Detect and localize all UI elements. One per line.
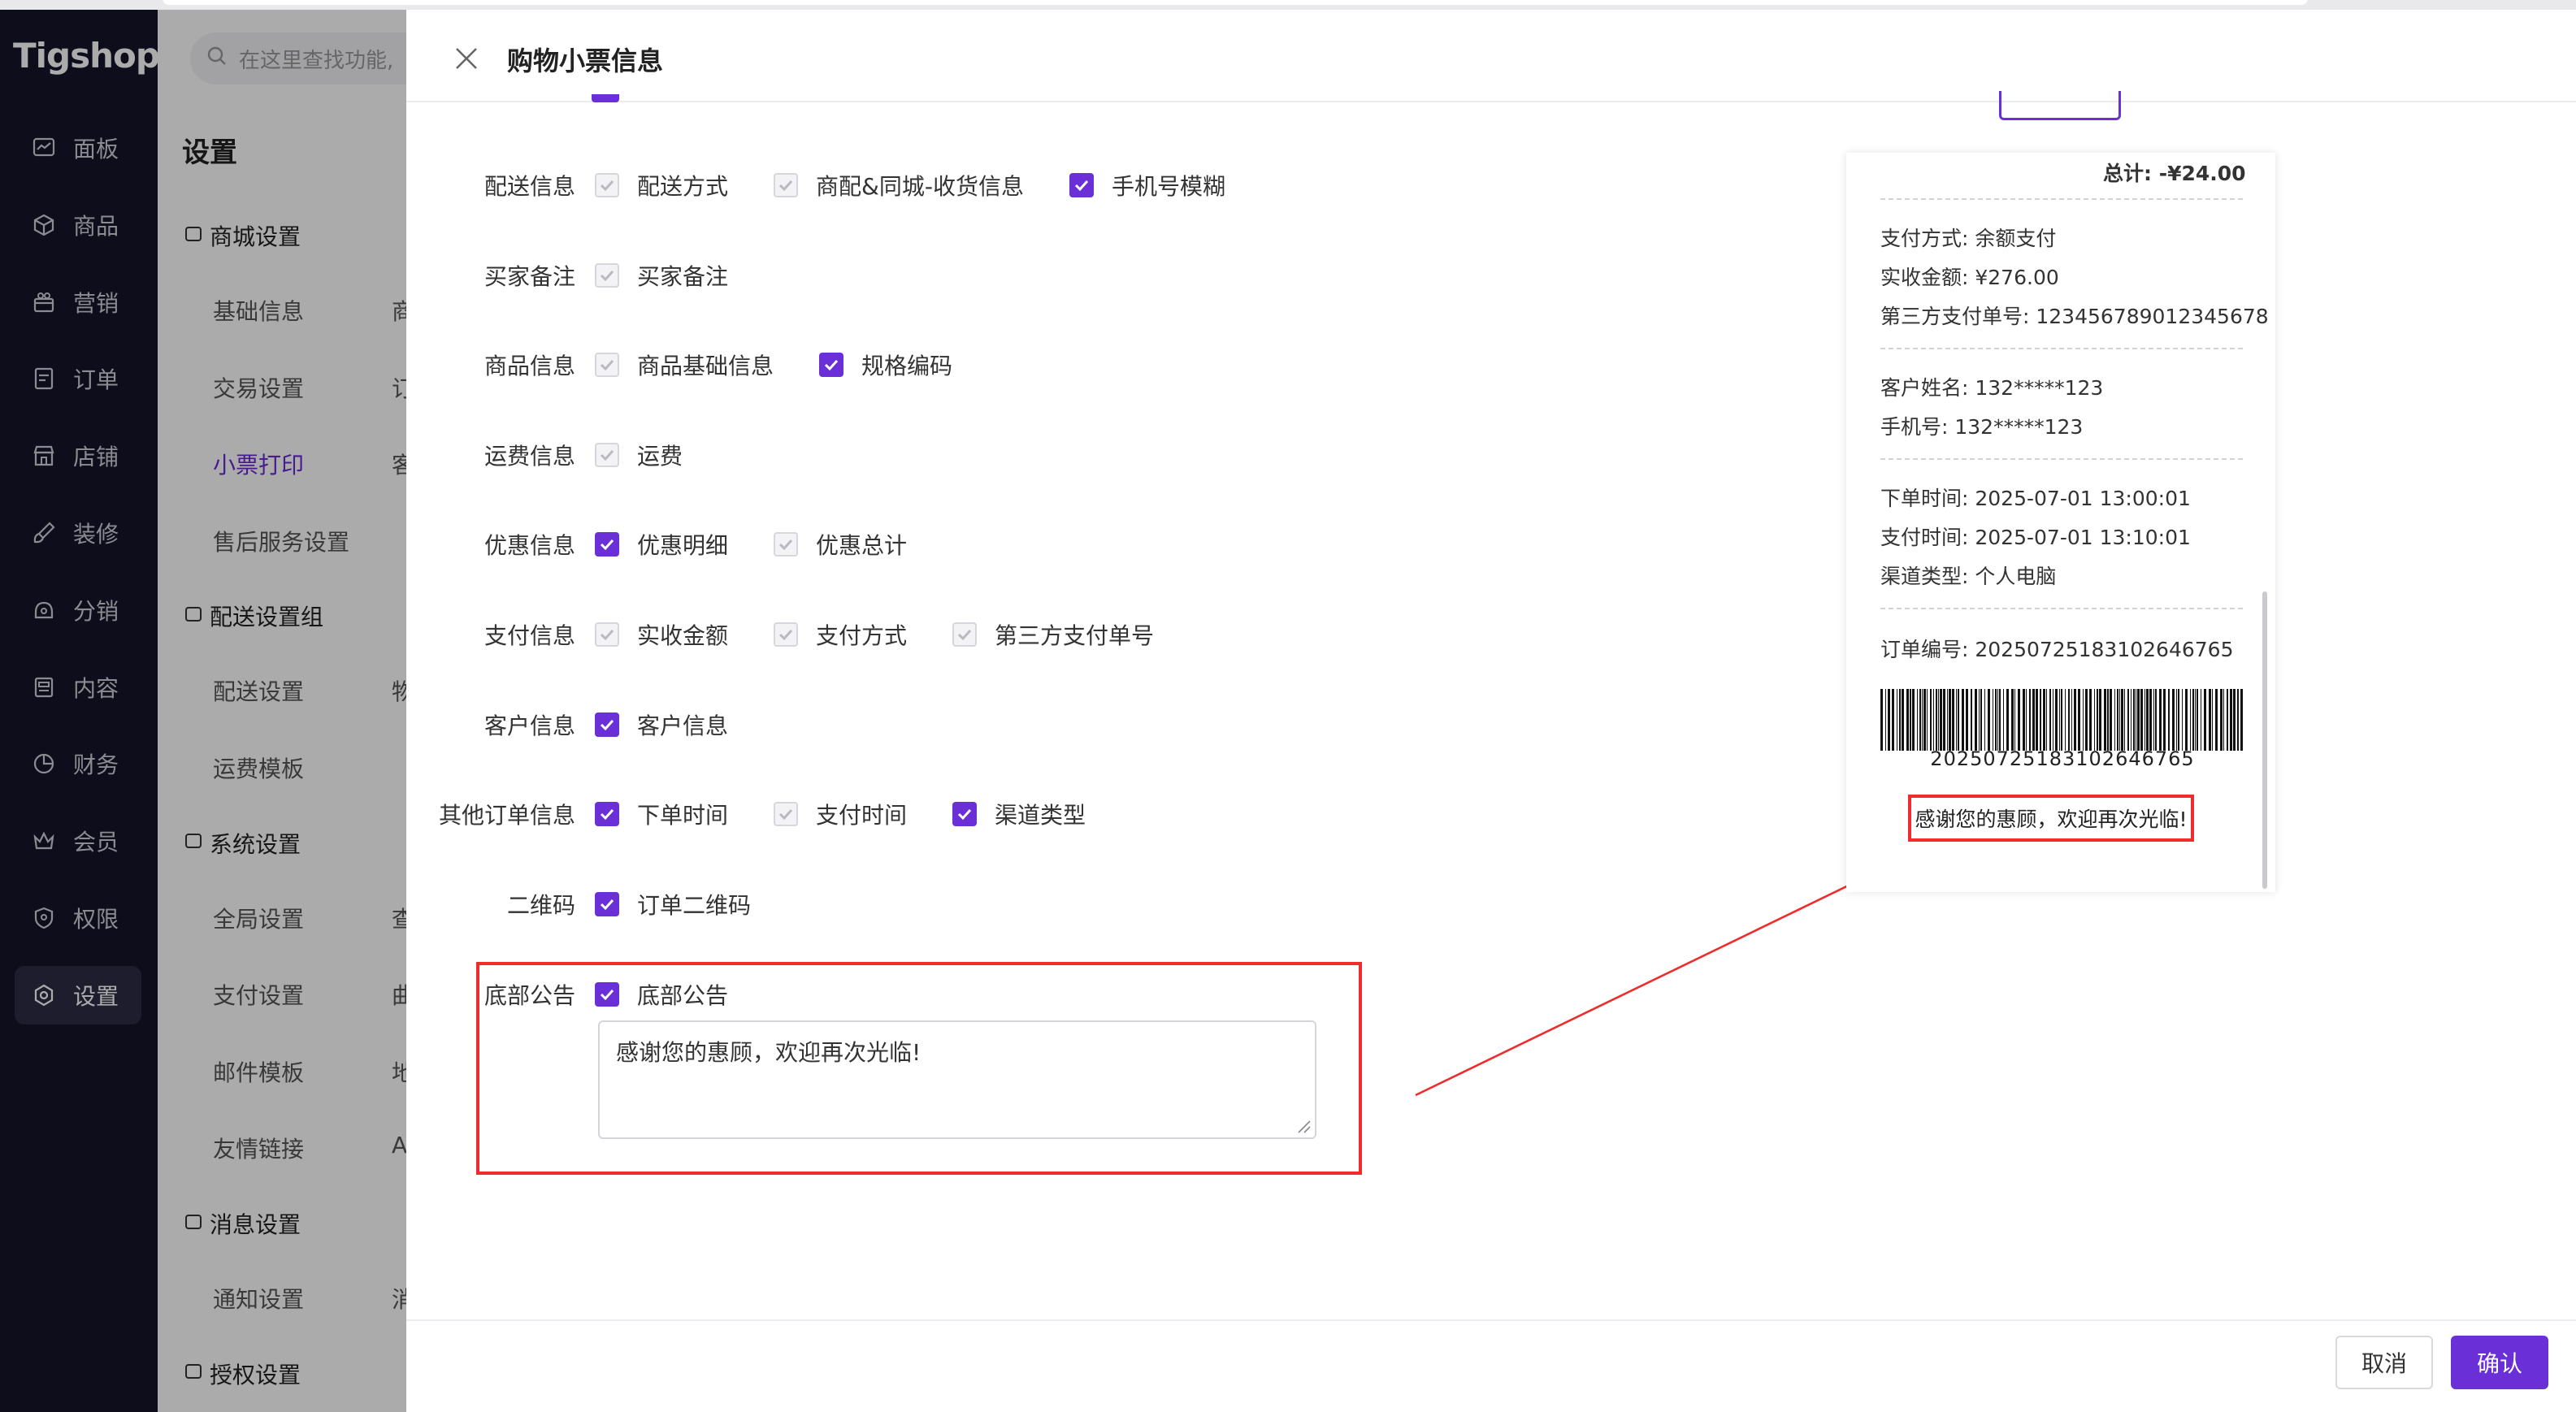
receipt-phone: 手机号: 132*****123 [1880,415,2084,439]
option-checkbox[interactable]: 下单时间 [595,798,728,830]
option-checkbox-label: 订单二维码 [637,891,752,919]
option-checkbox[interactable]: 手机号模糊 [1069,169,1225,201]
option-checkbox-label: 渠道类型 [995,802,1086,829]
option-row-label: 支付信息 [484,622,575,649]
checkbox-checked-icon [595,982,619,1007]
footer-notice-checkbox[interactable]: 底部公告 [595,978,728,1011]
receipt-total: 总计: -¥24.00 [2103,162,2246,185]
option-row-label: 买家备注 [484,262,575,290]
option-checkbox-label: 商品基础信息 [637,353,774,380]
preview-button[interactable] [1999,91,2121,120]
drawer-footer [406,1319,2576,1412]
checkbox-disabled-icon [595,622,619,647]
footer-notice-checkbox-label: 底部公告 [637,982,729,1009]
option-checkbox: 买家备注 [595,259,728,292]
option-checkbox-label: 第三方支付单号 [995,622,1155,649]
option-row-label: 优惠信息 [484,532,575,560]
footer-notice-label: 底部公告 [484,982,575,1009]
annotation-arrow [1415,861,1898,1097]
option-checkbox-label: 手机号模糊 [1112,173,1226,200]
option-checkbox[interactable]: 客户信息 [595,708,728,741]
option-row-label: 运费信息 [484,442,575,470]
close-icon[interactable] [450,42,483,75]
barcode-number: 20250725183102646765 [1930,747,2195,770]
checkbox-checked-icon [595,532,619,557]
checkbox-disabled-icon [595,262,619,288]
receipt-divider [1880,348,2243,349]
checkbox-disabled-icon [774,532,798,557]
receipt-thanks: 感谢您的惠顾，欢迎再次光临! [1915,808,2188,831]
option-checkbox: 商配&同城-收货信息 [774,169,1024,201]
checkbox-disabled-icon [595,442,619,467]
receipt-channel: 渠道类型: 个人电脑 [1880,565,2057,588]
option-checkbox-label: 优惠总计 [816,532,908,560]
option-checkbox[interactable]: 渠道类型 [952,798,1086,830]
resize-handle-icon[interactable] [1297,1120,1312,1134]
receipt-pay-time: 支付时间: 2025-07-01 13:10:01 [1880,526,2191,549]
footer-notice-textarea[interactable]: 感谢您的惠顾，欢迎再次光临! [598,1020,1316,1139]
browser-top-strip [0,0,2576,10]
option-row-label: 商品信息 [484,353,575,380]
receipt-preview: 总计: -¥24.00 支付方式: 余额支付 实收金额: ¥276.00 第三方… [1846,153,2275,892]
checkbox-disabled-icon [774,173,798,197]
checkbox-checked-icon [595,802,619,827]
checkbox-disabled-icon [595,173,619,197]
receipt-third-party-no: 第三方支付单号: 123456789012345678 [1880,305,2269,328]
option-checkbox-label: 客户信息 [637,712,729,739]
option-checkbox-label: 优惠明细 [637,532,729,560]
drawer-header [406,10,2576,102]
receipt-order-time: 下单时间: 2025-07-01 13:00:01 [1880,487,2191,510]
option-checkbox: 配送方式 [595,169,728,201]
receipt-thanks-highlight: 感谢您的惠顾，欢迎再次光临! [1908,795,2194,842]
checkbox-disabled-icon [595,353,619,378]
option-checkbox: 支付时间 [774,798,907,830]
option-checkbox: 实收金额 [595,618,728,651]
option-checkbox[interactable]: 订单二维码 [595,888,751,920]
option-checkbox-label: 配送方式 [637,173,729,200]
option-checkbox[interactable]: 优惠明细 [595,528,728,561]
receipt-scrollbar[interactable] [2262,591,2267,889]
option-checkbox: 支付方式 [774,618,907,651]
option-checkbox-label: 支付时间 [816,802,908,829]
option-checkbox: 运费 [595,439,683,471]
receipt-divider [1880,198,2243,200]
receipt-amount-received: 实收金额: ¥276.00 [1880,266,2059,289]
cancel-button[interactable]: 取消 [2335,1336,2433,1389]
option-checkbox-label: 运费 [637,442,683,470]
receipt-divider [1880,458,2243,460]
option-checkbox-label: 下单时间 [637,802,729,829]
option-row-label: 二维码 [506,891,575,919]
checkbox-checked-icon [819,353,843,378]
checkbox-disabled-icon [952,622,977,647]
drawer-title: 购物小票信息 [507,45,664,76]
option-checkbox: 第三方支付单号 [952,618,1154,651]
option-checkbox[interactable]: 规格编码 [819,349,952,381]
option-checkbox: 商品基础信息 [595,349,774,381]
confirm-button[interactable]: 确认 [2451,1336,2548,1389]
receipt-divider [1880,608,2243,609]
receipt-order-no: 订单编号: 20250725183102646765 [1880,638,2234,661]
option-row-label: 配送信息 [484,173,575,200]
option-checkbox-label: 买家备注 [637,262,729,290]
footer-notice-text: 感谢您的惠顾，欢迎再次光临! [616,1039,922,1066]
barcode-icon [1880,689,2243,751]
checkbox-checked-icon [952,802,977,827]
option-checkbox: 优惠总计 [774,528,907,561]
option-checkbox-label: 商配&同城-收货信息 [816,173,1024,200]
option-checkbox-label: 规格编码 [861,353,953,380]
checkbox-checked-icon [1069,173,1094,197]
option-row-label: 其他订单信息 [438,802,575,829]
checkbox-disabled-icon [774,802,798,827]
receipt-customer-name: 客户姓名: 132*****123 [1880,376,2104,400]
checkbox-checked-icon [595,891,619,916]
receipt-payment-method: 支付方式: 余额支付 [1880,227,2057,250]
option-checkbox-label: 实收金额 [637,622,729,649]
option-row-label: 客户信息 [484,712,575,739]
checkbox-checked-icon [595,712,619,737]
modal-overlay[interactable] [0,10,406,1412]
checkbox-disabled-icon [774,622,798,647]
option-checkbox-label: 支付方式 [816,622,908,649]
